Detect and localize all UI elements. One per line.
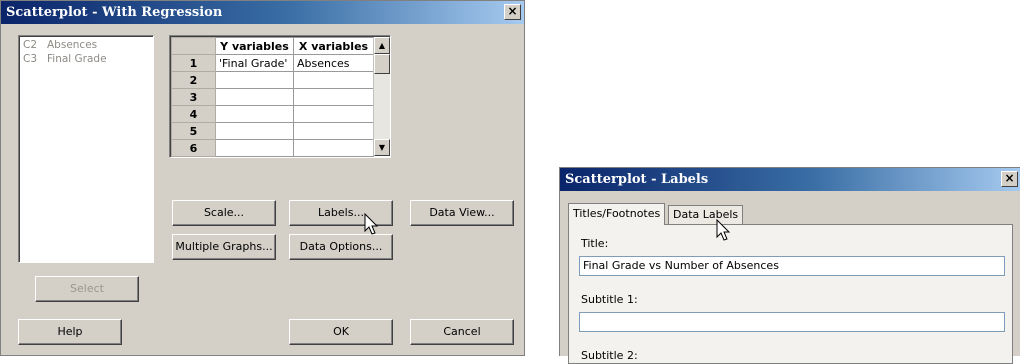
column-name: Final Grade: [47, 53, 107, 65]
y-variables-header: Y variables: [215, 37, 294, 55]
tab-titles-footnotes[interactable]: Titles/Footnotes: [568, 203, 666, 225]
row-number: 3: [171, 88, 216, 106]
column-id: C2: [23, 39, 38, 51]
grid-scrollbar[interactable]: ▲ ▼: [373, 37, 390, 156]
scroll-up-icon[interactable]: ▲: [374, 37, 390, 54]
scroll-down-icon[interactable]: ▼: [374, 139, 390, 156]
table-row: 2: [171, 71, 374, 89]
mouse-cursor-icon: [364, 213, 379, 235]
data-view-button[interactable]: Data View...: [410, 200, 514, 226]
close-icon[interactable]: ×: [1001, 171, 1018, 187]
scatterplot-regression-dialog: Scatterplot - With Regression × C2 Absenc…: [0, 0, 525, 356]
mouse-cursor-icon: [716, 219, 731, 241]
cancel-button[interactable]: Cancel: [410, 319, 514, 345]
x-variable-cell[interactable]: [293, 105, 374, 123]
table-row: 4: [171, 105, 374, 123]
row-number: 4: [171, 105, 216, 123]
y-variable-cell[interactable]: [215, 71, 294, 89]
column-name: Absences: [47, 39, 98, 51]
x-variable-cell[interactable]: [293, 122, 374, 140]
row-number: 1: [171, 54, 216, 72]
scale-button[interactable]: Scale...: [172, 200, 276, 226]
y-variable-cell[interactable]: [215, 88, 294, 106]
scatterplot-labels-dialog: Scatterplot - Labels × Titles/Footnotes …: [559, 167, 1020, 364]
select-button[interactable]: Select: [35, 276, 139, 302]
multiple-graphs-button[interactable]: Multiple Graphs...: [172, 234, 276, 260]
scroll-thumb[interactable]: [374, 54, 390, 74]
list-item[interactable]: C2 Absences: [23, 39, 97, 51]
table-row: 5: [171, 122, 374, 140]
x-variable-cell[interactable]: [293, 88, 374, 106]
dialog-title: Scatterplot - Labels: [565, 172, 709, 187]
row-number: 5: [171, 122, 216, 140]
x-variable-cell[interactable]: Absences: [293, 54, 374, 72]
variables-grid: Y variables X variables 1 'Final Grade' …: [171, 37, 374, 157]
dialog-title: Scatterplot - With Regression: [6, 5, 223, 20]
x-variables-header: X variables: [293, 37, 374, 55]
title-field[interactable]: Final Grade vs Number of Absences: [579, 256, 1005, 276]
variable-list[interactable]: C2 Absences C3 Final Grade: [18, 35, 154, 263]
title-label: Title:: [581, 237, 609, 250]
table-row: 6: [171, 139, 374, 157]
row-number: 2: [171, 71, 216, 89]
grid-corner: [171, 37, 216, 55]
column-id: C3: [23, 53, 38, 65]
close-icon[interactable]: ×: [504, 4, 521, 20]
dialog-title-bar[interactable]: Scatterplot - Labels: [560, 168, 1020, 191]
table-row: 1 'Final Grade' Absences: [171, 54, 374, 72]
help-button[interactable]: Help: [18, 319, 122, 345]
subtitle-1-label: Subtitle 1:: [581, 293, 638, 306]
data-options-button[interactable]: Data Options...: [289, 234, 393, 260]
x-variable-cell[interactable]: [293, 139, 374, 157]
y-variable-cell[interactable]: 'Final Grade': [215, 54, 294, 72]
y-variable-cell[interactable]: [215, 139, 294, 157]
row-number: 6: [171, 139, 216, 157]
y-variable-cell[interactable]: [215, 105, 294, 123]
y-variable-cell[interactable]: [215, 122, 294, 140]
x-variable-cell[interactable]: [293, 71, 374, 89]
ok-button[interactable]: OK: [289, 319, 393, 345]
table-row: 3: [171, 88, 374, 106]
list-item[interactable]: C3 Final Grade: [23, 53, 107, 65]
dialog-title-bar[interactable]: Scatterplot - With Regression: [1, 1, 524, 24]
subtitle-1-field[interactable]: [579, 312, 1005, 332]
